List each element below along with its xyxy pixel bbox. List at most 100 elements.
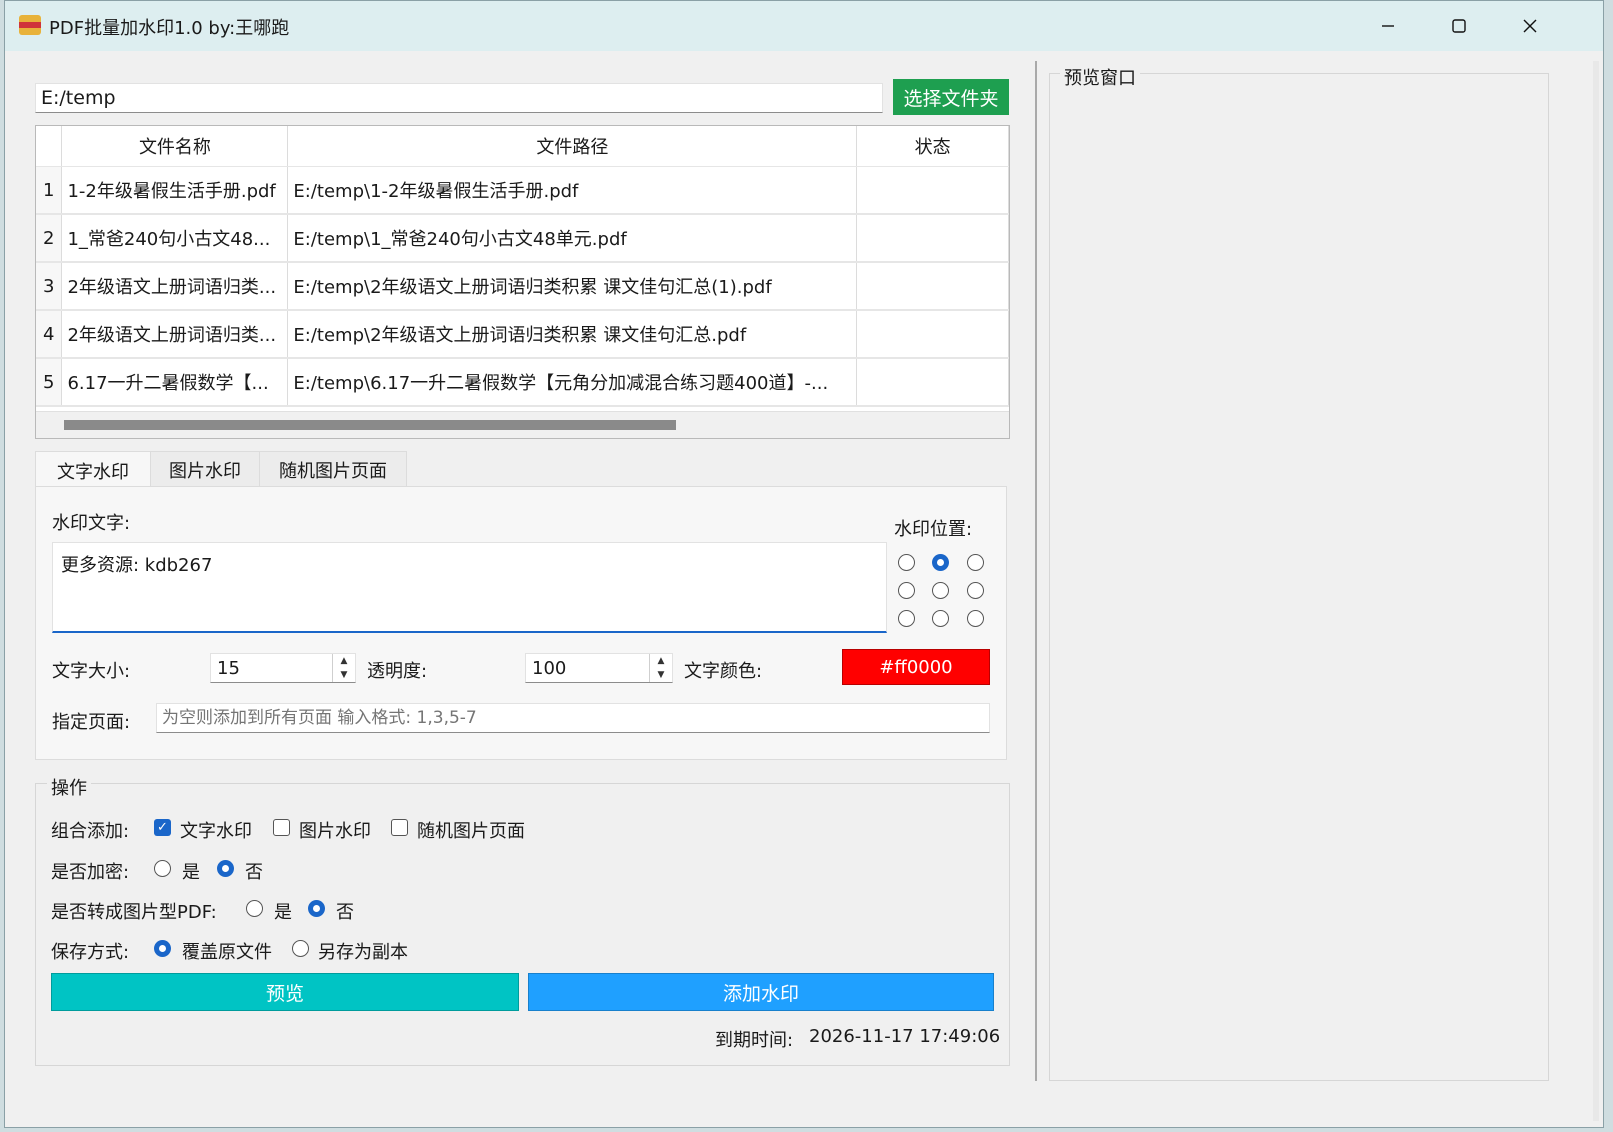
encrypt-no-radio[interactable] — [217, 860, 234, 877]
maximize-icon — [1452, 19, 1466, 33]
file-name-cell[interactable]: 1_常爸240句小古文48... — [61, 214, 289, 263]
tab-random-image-page[interactable]: 随机图片页面 — [259, 451, 407, 488]
add-watermark-button[interactable]: 添加水印 — [528, 973, 994, 1011]
table-row[interactable]: 5 6.17一升二暑假数学【... E:/temp\6.17一升二暑假数学【元角… — [36, 358, 1009, 407]
file-path-cell[interactable]: E:/temp\1_常爸240句小古文48单元.pdf — [287, 214, 858, 263]
maximize-button[interactable] — [1423, 1, 1495, 51]
file-name-cell[interactable]: 2年级语文上册词语归类... — [61, 262, 289, 311]
encrypt-label: 是否加密: — [51, 862, 130, 883]
minimize-icon — [1382, 25, 1394, 27]
table-row[interactable]: 4 2年级语文上册词语归类... E:/temp\2年级语文上册词语归类积累 课… — [36, 310, 1009, 359]
file-table: 文件名称 文件路径 状态 1 1-2年级暑假生活手册.pdf E:/temp\1… — [36, 126, 1009, 407]
opacity-stepper[interactable]: ▲ ▼ — [649, 654, 672, 682]
preview-panel-title: 预览窗口 — [1060, 64, 1140, 90]
position-middle-right[interactable] — [967, 582, 984, 599]
window-scrollbar[interactable] — [1593, 61, 1599, 1121]
convert-yes-radio[interactable] — [246, 900, 263, 917]
status-cell[interactable] — [856, 214, 1009, 263]
row-number-header — [36, 126, 63, 167]
font-size-spinbox[interactable]: 15 ▲ ▼ — [210, 653, 356, 683]
pages-input[interactable] — [156, 703, 990, 733]
operations-title: 操作 — [47, 774, 91, 800]
save-mode-label: 保存方式: — [51, 942, 130, 963]
row-number: 5 — [36, 358, 63, 407]
row-number: 3 — [36, 262, 63, 311]
file-path-cell[interactable]: E:/temp\6.17一升二暑假数学【元角分加减混合练习题400道】-... — [287, 358, 858, 407]
convert-no-radio[interactable] — [308, 900, 325, 917]
combine-random-checkbox[interactable] — [391, 819, 408, 836]
table-header: 文件名称 文件路径 状态 — [36, 126, 1009, 167]
tab-image-watermark[interactable]: 图片水印 — [150, 451, 260, 488]
save-copy-label[interactable]: 另存为副本 — [318, 938, 408, 964]
watermark-text-input[interactable]: 更多资源: kdb267 — [52, 542, 887, 633]
position-center[interactable] — [932, 582, 949, 599]
minimize-button[interactable] — [1352, 1, 1424, 51]
combine-random-label[interactable]: 随机图片页面 — [417, 817, 525, 843]
combine-text-checkbox[interactable]: ✓ — [154, 819, 171, 836]
panel-splitter[interactable] — [1035, 61, 1037, 1081]
convert-no-label[interactable]: 否 — [336, 898, 354, 924]
combine-text-label[interactable]: 文字水印 — [180, 817, 252, 843]
watermark-tabs: 文字水印 图片水印 随机图片页面 — [35, 451, 1010, 491]
font-size-stepper[interactable]: ▲ ▼ — [332, 654, 355, 682]
encrypt-yes-label[interactable]: 是 — [182, 858, 200, 884]
spin-up-icon[interactable]: ▲ — [650, 654, 672, 668]
position-top-right[interactable] — [967, 554, 984, 571]
save-copy-radio[interactable] — [292, 940, 309, 957]
row-number: 2 — [36, 214, 63, 263]
preview-button[interactable]: 预览 — [51, 973, 519, 1011]
file-path-cell[interactable]: E:/temp\2年级语文上册词语归类积累 课文佳句汇总.pdf — [287, 310, 858, 359]
title-bar: PDF批量加水印1.0 by:王哪跑 — [5, 1, 1603, 51]
spin-up-icon[interactable]: ▲ — [333, 654, 355, 668]
position-top-center[interactable] — [932, 554, 949, 571]
file-name-cell[interactable]: 1-2年级暑假生活手册.pdf — [61, 166, 289, 215]
position-top-left[interactable] — [898, 554, 915, 571]
position-bottom-left[interactable] — [898, 610, 915, 627]
combine-image-checkbox[interactable] — [273, 819, 290, 836]
column-header-path[interactable]: 文件路径 — [287, 126, 858, 167]
file-name-cell[interactable]: 6.17一升二暑假数学【... — [61, 358, 289, 407]
position-middle-left[interactable] — [898, 582, 915, 599]
spin-down-icon[interactable]: ▼ — [650, 668, 672, 682]
watermark-text-label: 水印文字: — [52, 513, 131, 534]
opacity-spinbox[interactable]: 100 ▲ ▼ — [525, 653, 673, 683]
choose-folder-button[interactable]: 选择文件夹 — [893, 79, 1009, 115]
convert-label: 是否转成图片型PDF: — [51, 902, 217, 923]
status-cell[interactable] — [856, 358, 1009, 407]
file-path-cell[interactable]: E:/temp\2年级语文上册词语归类积累 课文佳句汇总(1).pdf — [287, 262, 858, 311]
opacity-value: 100 — [532, 658, 567, 679]
position-bottom-center[interactable] — [932, 610, 949, 627]
pdf-app-icon — [19, 15, 41, 35]
text-color-button[interactable]: #ff0000 — [842, 649, 990, 685]
spin-down-icon[interactable]: ▼ — [333, 668, 355, 682]
close-button[interactable] — [1494, 1, 1566, 51]
status-cell[interactable] — [856, 262, 1009, 311]
encrypt-yes-radio[interactable] — [154, 860, 171, 877]
table-row[interactable]: 2 1_常爸240句小古文48... E:/temp\1_常爸240句小古文48… — [36, 214, 1009, 263]
folder-path-input[interactable]: E:/temp — [35, 83, 883, 113]
tab-text-watermark[interactable]: 文字水印 — [35, 451, 151, 489]
status-cell[interactable] — [856, 166, 1009, 215]
scrollbar-thumb[interactable] — [64, 420, 676, 430]
expiry-value: 2026-11-17 17:49:06 — [809, 1026, 1001, 1047]
opacity-label: 透明度: — [367, 661, 428, 682]
status-cell[interactable] — [856, 310, 1009, 359]
text-color-label: 文字颜色: — [684, 661, 763, 682]
horizontal-scrollbar[interactable] — [36, 411, 1009, 438]
table-row[interactable]: 3 2年级语文上册词语归类... E:/temp\2年级语文上册词语归类积累 课… — [36, 262, 1009, 311]
encrypt-no-label[interactable]: 否 — [245, 858, 263, 884]
table-row[interactable]: 1 1-2年级暑假生活手册.pdf E:/temp\1-2年级暑假生活手册.pd… — [36, 166, 1009, 215]
convert-yes-label[interactable]: 是 — [274, 898, 292, 924]
save-overwrite-label[interactable]: 覆盖原文件 — [182, 938, 272, 964]
combine-image-label[interactable]: 图片水印 — [299, 817, 371, 843]
file-table-panel: 文件名称 文件路径 状态 1 1-2年级暑假生活手册.pdf E:/temp\1… — [35, 125, 1010, 439]
save-overwrite-radio[interactable] — [154, 940, 171, 957]
position-bottom-right[interactable] — [967, 610, 984, 627]
pages-label: 指定页面: — [52, 712, 131, 733]
position-label: 水印位置: — [894, 519, 973, 540]
file-path-cell[interactable]: E:/temp\1-2年级暑假生活手册.pdf — [287, 166, 858, 215]
window-title: PDF批量加水印1.0 by:王哪跑 — [49, 18, 290, 39]
column-header-name[interactable]: 文件名称 — [61, 126, 289, 167]
column-header-status[interactable]: 状态 — [856, 126, 1009, 167]
file-name-cell[interactable]: 2年级语文上册词语归类... — [61, 310, 289, 359]
